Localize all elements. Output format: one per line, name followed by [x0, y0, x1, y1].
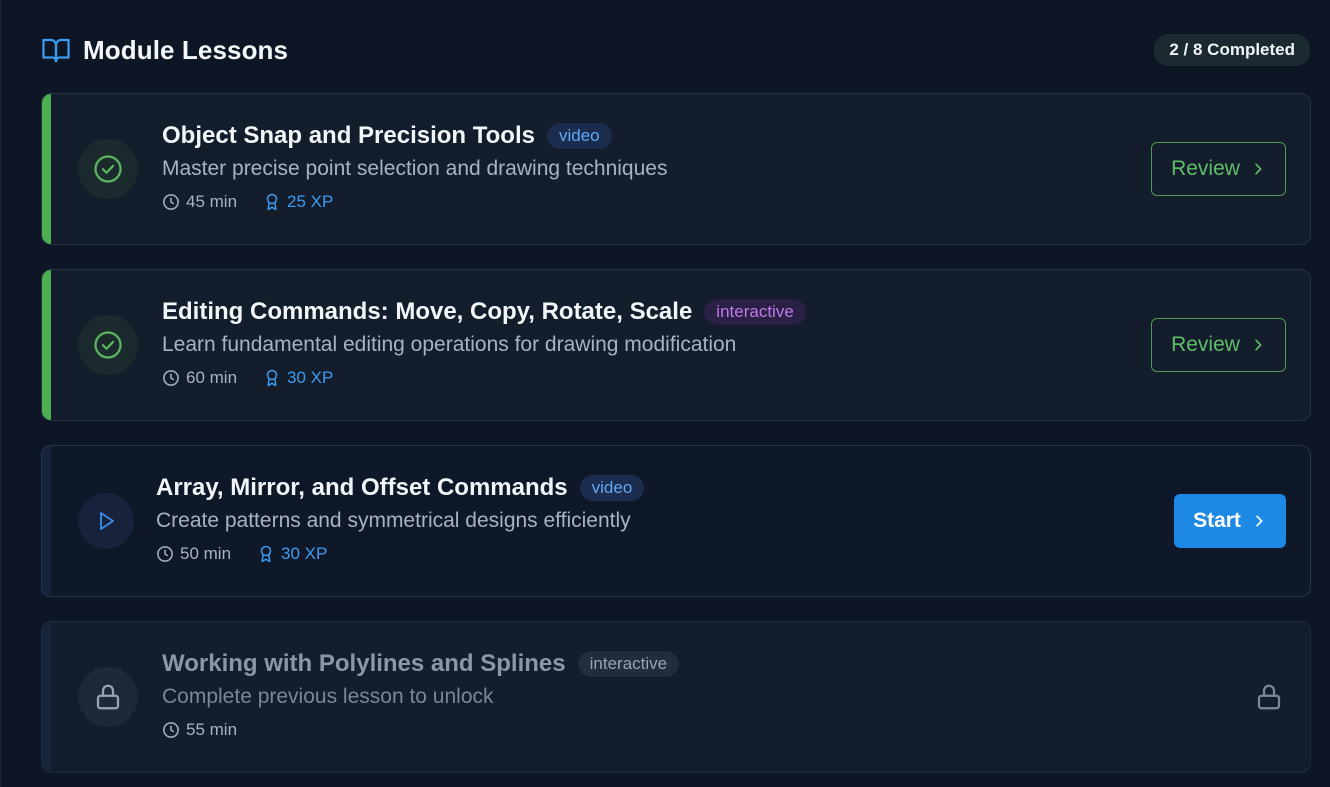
lesson-content: Editing Commands: Move, Copy, Rotate, Sc… — [162, 298, 806, 388]
lesson-description: Master precise point selection and drawi… — [162, 157, 668, 180]
book-open-icon — [41, 35, 71, 65]
completed-status — [78, 139, 138, 199]
review-button[interactable]: Review — [1151, 142, 1286, 196]
award-icon — [263, 193, 281, 211]
clock-icon — [162, 193, 180, 211]
duration-text: 55 min — [186, 720, 238, 739]
lesson-duration: 45 min — [162, 192, 237, 212]
lesson-title: Editing Commands: Move, Copy, Rotate, Sc… — [162, 298, 693, 325]
clock-icon — [156, 545, 174, 563]
xp-text: 30 XP — [287, 368, 334, 387]
lesson-title-row: Object Snap and Precision Tools video — [162, 122, 667, 150]
lesson-title: Object Snap and Precision Tools — [162, 122, 535, 149]
clock-icon — [162, 369, 180, 387]
chevron-right-icon — [1250, 337, 1266, 353]
lock-icon — [93, 682, 123, 712]
lesson-content: Array, Mirror, and Offset Commands video… — [156, 474, 645, 564]
duration-text: 60 min — [186, 368, 238, 387]
xp-text: 30 XP — [281, 544, 328, 563]
lesson-description: Complete previous lesson to unlock — [162, 685, 494, 708]
lesson-description: Learn fundamental editing operations for… — [162, 333, 737, 356]
chevron-right-icon — [1251, 513, 1267, 529]
start-button-label: Start — [1193, 509, 1241, 532]
check-circle-icon — [93, 154, 123, 184]
header-title-group: Module Lessons — [41, 35, 288, 66]
lesson-type-badge: interactive — [704, 299, 806, 325]
locked-status — [78, 667, 138, 727]
award-icon — [257, 545, 275, 563]
lesson-status-accent — [42, 94, 51, 244]
lesson-meta: 50 min 30 XP — [156, 544, 644, 564]
lesson-meta: 55 min — [162, 720, 679, 740]
module-header: Module Lessons 2 / 8 Completed — [41, 30, 1310, 70]
completion-count-badge: 2 / 8 Completed — [1154, 34, 1310, 66]
duration-text: 50 min — [180, 544, 232, 563]
lesson-duration: 60 min — [162, 368, 237, 388]
lesson-card-locked: Working with Polylines and Splines inter… — [41, 621, 1311, 773]
lesson-title-row: Editing Commands: Move, Copy, Rotate, Sc… — [162, 298, 806, 326]
lock-icon — [1254, 682, 1284, 712]
chevron-right-icon — [1250, 161, 1266, 177]
lesson-type-badge: video — [546, 123, 612, 149]
duration-text: 45 min — [186, 192, 238, 211]
lesson-card[interactable]: Editing Commands: Move, Copy, Rotate, Sc… — [41, 269, 1311, 421]
lesson-status-accent — [42, 622, 51, 772]
page-title: Module Lessons — [83, 34, 289, 65]
current-status — [78, 493, 134, 549]
lesson-type-badge: video — [579, 475, 645, 501]
module-lessons-panel: Module Lessons 2 / 8 Completed Object Sn… — [0, 0, 1330, 787]
lesson-status-accent — [42, 270, 51, 420]
review-button-label: Review — [1171, 157, 1240, 180]
completed-status — [78, 315, 138, 375]
award-icon — [263, 369, 281, 387]
start-button[interactable]: Start — [1174, 494, 1286, 548]
check-circle-icon — [93, 330, 123, 360]
lesson-meta: 45 min 25 XP — [162, 192, 667, 212]
lesson-status-accent — [42, 446, 51, 596]
lesson-title: Array, Mirror, and Offset Commands — [156, 474, 568, 501]
play-icon — [94, 509, 118, 533]
lesson-content: Working with Polylines and Splines inter… — [162, 650, 680, 740]
lesson-xp: 30 XP — [263, 368, 333, 388]
clock-icon — [162, 721, 180, 739]
lesson-duration: 55 min — [162, 720, 237, 740]
lesson-meta: 60 min 30 XP — [162, 368, 806, 388]
lesson-duration: 50 min — [156, 544, 231, 564]
review-button[interactable]: Review — [1151, 318, 1286, 372]
lesson-type-badge: interactive — [577, 651, 680, 677]
lesson-card[interactable]: Array, Mirror, and Offset Commands video… — [41, 445, 1311, 597]
review-button-label: Review — [1171, 333, 1240, 356]
lesson-content: Object Snap and Precision Tools video Ma… — [162, 122, 667, 212]
lesson-xp: 25 XP — [263, 192, 333, 212]
xp-text: 25 XP — [287, 192, 334, 211]
lesson-title-row: Working with Polylines and Splines inter… — [162, 650, 680, 678]
lesson-card[interactable]: Object Snap and Precision Tools video Ma… — [41, 93, 1311, 245]
lesson-title: Working with Polylines and Splines — [162, 650, 566, 677]
lesson-xp: 30 XP — [257, 544, 327, 564]
lesson-title-row: Array, Mirror, and Offset Commands video — [156, 474, 645, 502]
lesson-description: Create patterns and symmetrical designs … — [156, 509, 631, 532]
